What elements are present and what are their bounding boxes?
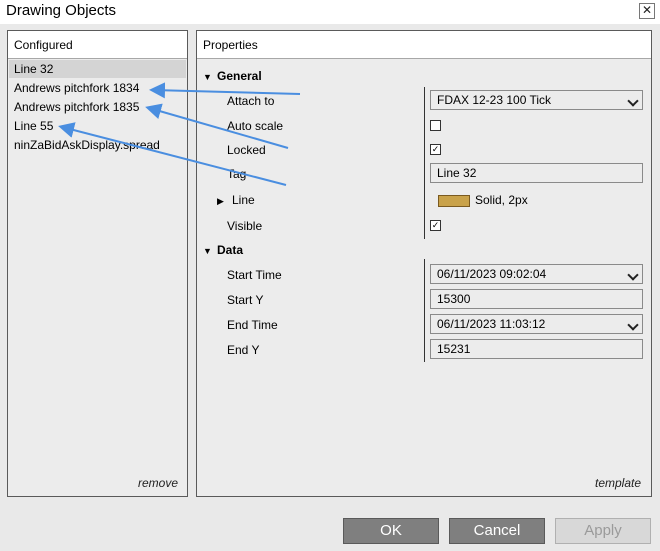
ok-button[interactable]: OK <box>343 518 439 544</box>
cancel-button[interactable]: Cancel <box>449 518 545 544</box>
annotation-arrow <box>149 82 301 99</box>
annotation-arrows <box>58 82 301 186</box>
annotation-arrow <box>145 103 289 149</box>
annotation-arrow <box>58 122 287 186</box>
apply-button[interactable]: Apply <box>555 518 651 544</box>
